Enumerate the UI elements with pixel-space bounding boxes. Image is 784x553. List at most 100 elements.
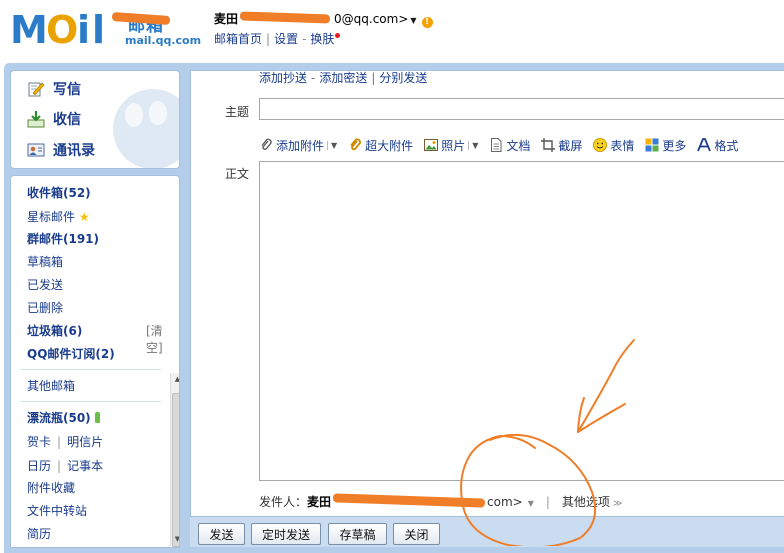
contacts-label: 通讯录 bbox=[53, 143, 95, 159]
add-attachment-button[interactable]: 添加附件 ▼ bbox=[259, 137, 337, 154]
user-email: 0@qq.com> bbox=[334, 12, 409, 26]
link-separator: | bbox=[266, 32, 271, 46]
add-cc-link[interactable]: 添加抄送 bbox=[259, 71, 307, 85]
photo-button[interactable]: 照片 ▼ bbox=[424, 137, 478, 154]
card-postcard-row: 贺卡 | 明信片 bbox=[27, 433, 103, 450]
attachment-favorites-link[interactable]: 附件收藏 bbox=[27, 479, 75, 496]
logo-letter-o: O bbox=[46, 8, 79, 52]
subject-label: 主题 bbox=[225, 105, 250, 119]
link-separator: | bbox=[57, 435, 62, 449]
document-label: 文档 bbox=[506, 138, 531, 153]
screenshot-label: 截屏 bbox=[558, 138, 583, 153]
other-options-label: 其他选项 bbox=[561, 495, 610, 509]
divider bbox=[21, 369, 161, 370]
link-separator: - bbox=[311, 71, 316, 85]
contacts-icon bbox=[27, 141, 45, 159]
divider bbox=[21, 401, 161, 402]
folder-subscription[interactable]: QQ邮件订阅(2) bbox=[27, 345, 115, 362]
screenshot-icon bbox=[541, 138, 556, 152]
scroll-thumb[interactable] bbox=[172, 393, 179, 547]
photo-icon bbox=[424, 138, 439, 152]
redaction-scribble bbox=[239, 11, 331, 24]
folder-starred-label: 星标邮件 bbox=[27, 210, 76, 224]
photo-dropdown-icon[interactable]: ▼ bbox=[468, 140, 478, 150]
save-draft-button[interactable]: 存草稿 bbox=[328, 523, 387, 545]
large-attachment-label: 超大附件 bbox=[365, 138, 414, 153]
logo-letter-i: i bbox=[77, 8, 91, 52]
chevron-down-icon: ≫ bbox=[612, 499, 623, 509]
change-skin-link[interactable]: 换肤 bbox=[310, 32, 334, 46]
large-attachment-button[interactable]: 超大附件 bbox=[348, 137, 413, 154]
sender-label: 发件人： bbox=[259, 495, 308, 509]
header: M O i l 邮箱 mail.qq.com 麦田 0@qq.com> ▼! 邮箱首… bbox=[0, 0, 784, 62]
logo-url-text: mail.qq.com bbox=[125, 34, 202, 47]
sender-email: com> bbox=[487, 495, 523, 509]
compose-link[interactable]: 写信 bbox=[27, 78, 81, 100]
folder-starred[interactable]: 星标邮件 ★ bbox=[27, 208, 90, 225]
resume-link[interactable]: 简历 bbox=[27, 525, 51, 542]
redaction-scribble bbox=[332, 493, 486, 508]
star-icon: ★ bbox=[78, 210, 90, 224]
drift-bottle-label: 漂流瓶(50) bbox=[27, 411, 91, 425]
photo-label: 照片 bbox=[441, 138, 466, 153]
emoji-button[interactable]: 表情 bbox=[593, 137, 634, 154]
subject-input[interactable] bbox=[259, 98, 784, 120]
folder-spam[interactable]: 垃圾箱(6) bbox=[27, 322, 82, 339]
contacts-link[interactable]: 通讯录 bbox=[27, 139, 95, 161]
calendar-link[interactable]: 日历 bbox=[27, 459, 51, 473]
link-separator: - bbox=[302, 32, 307, 46]
action-panel: 写信 收信 通讯录 bbox=[10, 70, 180, 169]
card-link[interactable]: 贺卡 bbox=[27, 435, 51, 449]
close-button[interactable]: 关闭 bbox=[393, 523, 440, 545]
file-transfer-link[interactable]: 文件中转站 bbox=[27, 502, 87, 519]
add-attachment-label: 添加附件 bbox=[276, 138, 325, 153]
sender-dropdown-icon[interactable]: ▼ bbox=[528, 499, 534, 508]
folder-inbox[interactable]: 收件箱(52) bbox=[27, 184, 91, 201]
folder-deleted[interactable]: 已删除 bbox=[27, 299, 63, 316]
folder-sent[interactable]: 已发送 bbox=[27, 276, 63, 293]
drift-bottle-link[interactable]: 漂流瓶(50) bbox=[27, 409, 100, 426]
smiley-icon bbox=[593, 138, 608, 152]
folder-scrollbar[interactable]: ▲ ▼ bbox=[170, 373, 179, 547]
sender-row: 发件人：麦田 com> ▼ | 其他选项 ≫ bbox=[259, 493, 622, 510]
separate-send-link[interactable]: 分别发送 bbox=[379, 71, 427, 85]
format-button[interactable]: 格式 bbox=[697, 137, 738, 154]
attachment-dropdown-icon[interactable]: ▼ bbox=[327, 140, 337, 150]
user-account[interactable]: 麦田 0@qq.com> ▼! bbox=[214, 10, 433, 28]
notebook-link[interactable]: 记事本 bbox=[67, 459, 103, 473]
more-button[interactable]: 更多 bbox=[645, 137, 686, 154]
warning-icon[interactable]: ! bbox=[421, 17, 433, 28]
account-dropdown-icon[interactable]: ▼ bbox=[410, 16, 416, 25]
more-label: 更多 bbox=[662, 138, 687, 153]
receive-label: 收信 bbox=[53, 112, 81, 128]
scroll-down-icon[interactable]: ▼ bbox=[171, 533, 179, 546]
receive-link[interactable]: 收信 bbox=[27, 108, 81, 130]
scheduled-send-button[interactable]: 定时发送 bbox=[251, 523, 321, 545]
settings-link[interactable]: 设置 bbox=[274, 32, 298, 46]
compose-icon bbox=[27, 80, 45, 98]
postcard-link[interactable]: 明信片 bbox=[67, 435, 103, 449]
penguin-eye bbox=[125, 103, 143, 127]
spam-clear-link[interactable]: [清空] bbox=[146, 322, 179, 356]
document-icon bbox=[489, 138, 503, 152]
link-separator: | bbox=[57, 459, 62, 473]
folder-drafts[interactable]: 草稿箱 bbox=[27, 253, 63, 270]
compose-label: 写信 bbox=[53, 82, 81, 98]
add-bcc-link[interactable]: 添加密送 bbox=[319, 71, 367, 85]
screenshot-button[interactable]: 截屏 bbox=[541, 137, 582, 154]
paperclip-icon bbox=[259, 138, 273, 152]
mailbox-home-link[interactable]: 邮箱首页 bbox=[214, 32, 262, 46]
calendar-notebook-row: 日历 | 记事本 bbox=[27, 457, 103, 474]
format-icon bbox=[697, 138, 712, 152]
other-options-button[interactable]: 其他选项 ≫ bbox=[562, 495, 622, 509]
send-button[interactable]: 发送 bbox=[198, 523, 245, 545]
folder-other-mailbox[interactable]: 其他邮箱 bbox=[27, 377, 75, 394]
large-attachment-icon bbox=[348, 138, 362, 152]
qq-mail-logo[interactable]: M O i l 邮箱 mail.qq.com bbox=[10, 8, 201, 52]
folder-group-mail[interactable]: 群邮件(191) bbox=[27, 230, 99, 247]
document-button[interactable]: 文档 bbox=[489, 137, 530, 154]
folder-panel: 收件箱(52) 星标邮件 ★ 群邮件(191) 草稿箱 已发送 已删除 垃圾箱(… bbox=[10, 175, 180, 548]
bottle-icon bbox=[94, 412, 100, 423]
body-editor[interactable] bbox=[259, 161, 784, 481]
scroll-up-icon[interactable]: ▲ bbox=[171, 373, 179, 386]
